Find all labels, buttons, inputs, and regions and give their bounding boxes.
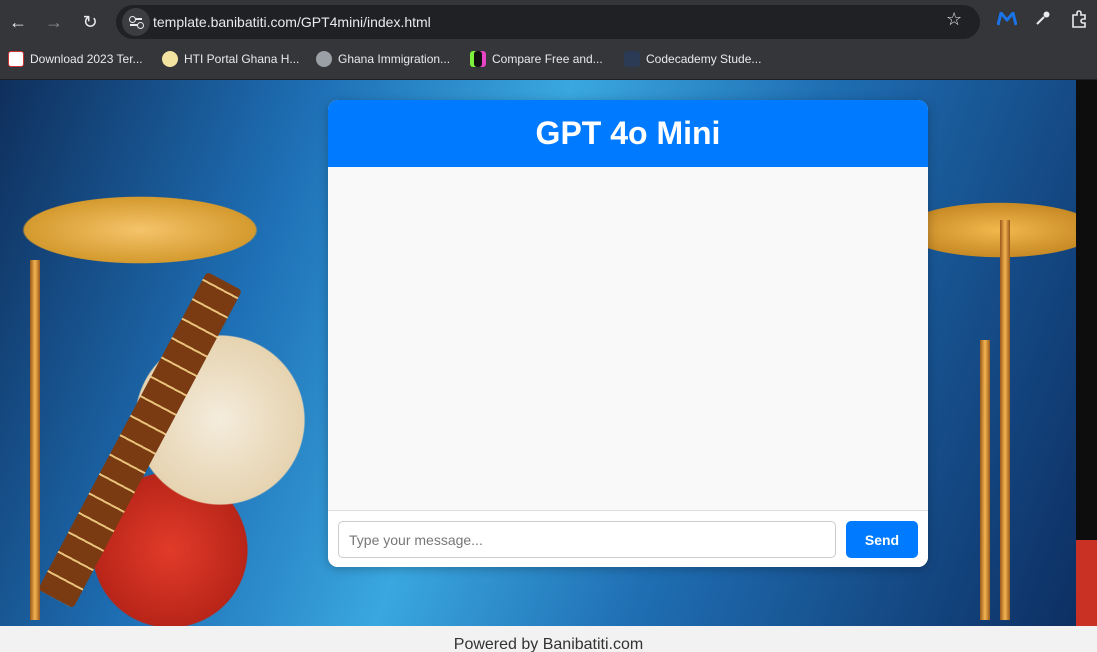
eyedropper-icon[interactable]: [1031, 10, 1055, 34]
bookmark-star-icon[interactable]: ☆: [946, 9, 962, 30]
portal-favicon-icon: [162, 51, 178, 67]
site-favicon-icon: [8, 51, 24, 67]
bookmark-item[interactable]: Download 2023 Ter...: [8, 44, 143, 74]
url-text[interactable]: template.banibatiti.com/GPT4mini/index.h…: [153, 14, 431, 30]
forward-arrow-icon[interactable]: →: [40, 8, 68, 36]
bookmark-item[interactable]: Ghana Immigration...: [316, 44, 450, 74]
footer: Powered by Banibatiti.com: [0, 626, 1097, 652]
bookmarks-bar: Download 2023 Ter... HTI Portal Ghana H.…: [0, 44, 1097, 80]
message-input[interactable]: [338, 521, 836, 558]
page-viewport: GPT 4o Mini Send Powered by Banibatiti.c…: [0, 80, 1097, 652]
background-strip: [1076, 80, 1097, 626]
footer-text: Powered by Banibatiti.com: [453, 636, 644, 652]
globe-icon: [316, 51, 332, 67]
reload-icon[interactable]: ↻: [76, 8, 104, 36]
bookmark-item[interactable]: Compare Free and...: [470, 44, 603, 74]
browser-toolbar: ← → ↻ template.banibatiti.com/GPT4mini/i…: [0, 0, 1097, 44]
bookmark-item[interactable]: HTI Portal Ghana H...: [162, 44, 299, 74]
extensions-puzzle-icon[interactable]: [1067, 10, 1091, 34]
chat-messages-area[interactable]: [328, 167, 928, 511]
compare-favicon-icon: [470, 51, 486, 67]
chat-container: GPT 4o Mini Send: [328, 100, 928, 567]
site-info-icon[interactable]: [122, 8, 150, 36]
codecademy-favicon-icon: [624, 51, 640, 67]
chat-input-bar: Send: [328, 511, 928, 567]
chat-title: GPT 4o Mini: [328, 100, 928, 167]
bookmark-item[interactable]: Codecademy Stude...: [624, 44, 761, 74]
back-arrow-icon[interactable]: ←: [4, 8, 32, 36]
extension-m-icon[interactable]: [995, 10, 1019, 34]
address-bar[interactable]: template.banibatiti.com/GPT4mini/index.h…: [116, 5, 980, 39]
send-button[interactable]: Send: [846, 521, 918, 558]
